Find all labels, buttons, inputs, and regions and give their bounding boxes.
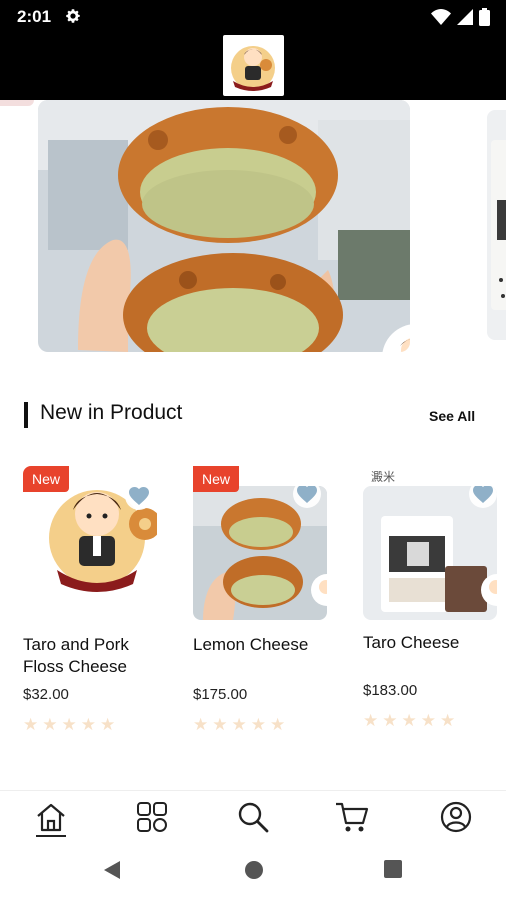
new-badge: New (23, 466, 70, 492)
nav-search[interactable] (233, 797, 273, 837)
banner-prev-slide[interactable] (0, 100, 34, 106)
product-name[interactable]: Lemon Cheese (193, 634, 343, 656)
star-icon: ★ (61, 715, 77, 734)
cart-icon (336, 802, 369, 832)
nav-active-indicator (36, 835, 66, 837)
image-caption: 澱米 (371, 470, 396, 484)
banner-carousel[interactable] (0, 100, 506, 362)
search-icon (238, 802, 269, 833)
product-image[interactable]: New (23, 466, 157, 598)
product-price: $183.00 (363, 682, 418, 699)
nav-home[interactable] (31, 797, 71, 837)
star-icon: ★ (100, 715, 116, 734)
section-accent-bar (24, 402, 28, 428)
rating-stars: ★ ★ ★ ★ ★ (363, 712, 455, 729)
product-price: $32.00 (23, 686, 69, 703)
product-name[interactable]: Taro Cheese (363, 632, 499, 654)
heart-icon[interactable] (125, 482, 153, 510)
product-image[interactable] (193, 486, 327, 620)
battery-icon (479, 8, 490, 31)
back-icon[interactable] (103, 860, 121, 885)
rating-stars: ★ ★ ★ ★ ★ (23, 716, 115, 733)
rating-stars: ★ ★ ★ ★ ★ (193, 716, 285, 733)
nav-cart[interactable] (332, 797, 372, 837)
brand-logo[interactable] (223, 35, 284, 96)
star-icon: ★ (80, 715, 96, 734)
product-price: $175.00 (193, 686, 248, 703)
star-icon: ★ (23, 715, 39, 734)
wifi-icon (431, 9, 451, 30)
nav-categories[interactable] (132, 797, 172, 837)
star-icon: ★ (231, 715, 247, 734)
star-icon: ★ (193, 715, 209, 734)
star-icon: ★ (42, 715, 58, 734)
star-icon: ★ (401, 711, 417, 730)
status-time: 2:01 (17, 7, 52, 26)
home-circle-icon[interactable] (244, 860, 264, 885)
section-title: New in Product (40, 401, 183, 424)
categories-icon (137, 802, 167, 832)
nav-profile[interactable] (436, 797, 476, 837)
product-image[interactable] (363, 486, 497, 620)
profile-icon (440, 801, 472, 833)
home-icon (37, 803, 65, 832)
star-icon: ★ (363, 711, 379, 730)
star-icon: ★ (382, 711, 398, 730)
banner-slide-image[interactable] (38, 100, 410, 352)
star-icon: ★ (440, 711, 456, 730)
star-icon: ★ (270, 715, 286, 734)
status-bar: 2:01 (0, 0, 506, 34)
gear-icon (64, 7, 82, 30)
star-icon: ★ (420, 711, 436, 730)
system-navigation (0, 842, 506, 900)
see-all-link[interactable]: See All (429, 408, 475, 424)
product-name[interactable]: Taro and Pork Floss Cheese (23, 634, 173, 678)
star-icon: ★ (212, 715, 228, 734)
signal-icon (457, 9, 473, 30)
star-icon: ★ (250, 715, 266, 734)
recents-icon[interactable] (384, 860, 402, 883)
bottom-navigation (0, 790, 506, 842)
new-badge: New (193, 466, 240, 492)
app-header (0, 34, 506, 100)
banner-next-slide[interactable] (487, 110, 506, 340)
